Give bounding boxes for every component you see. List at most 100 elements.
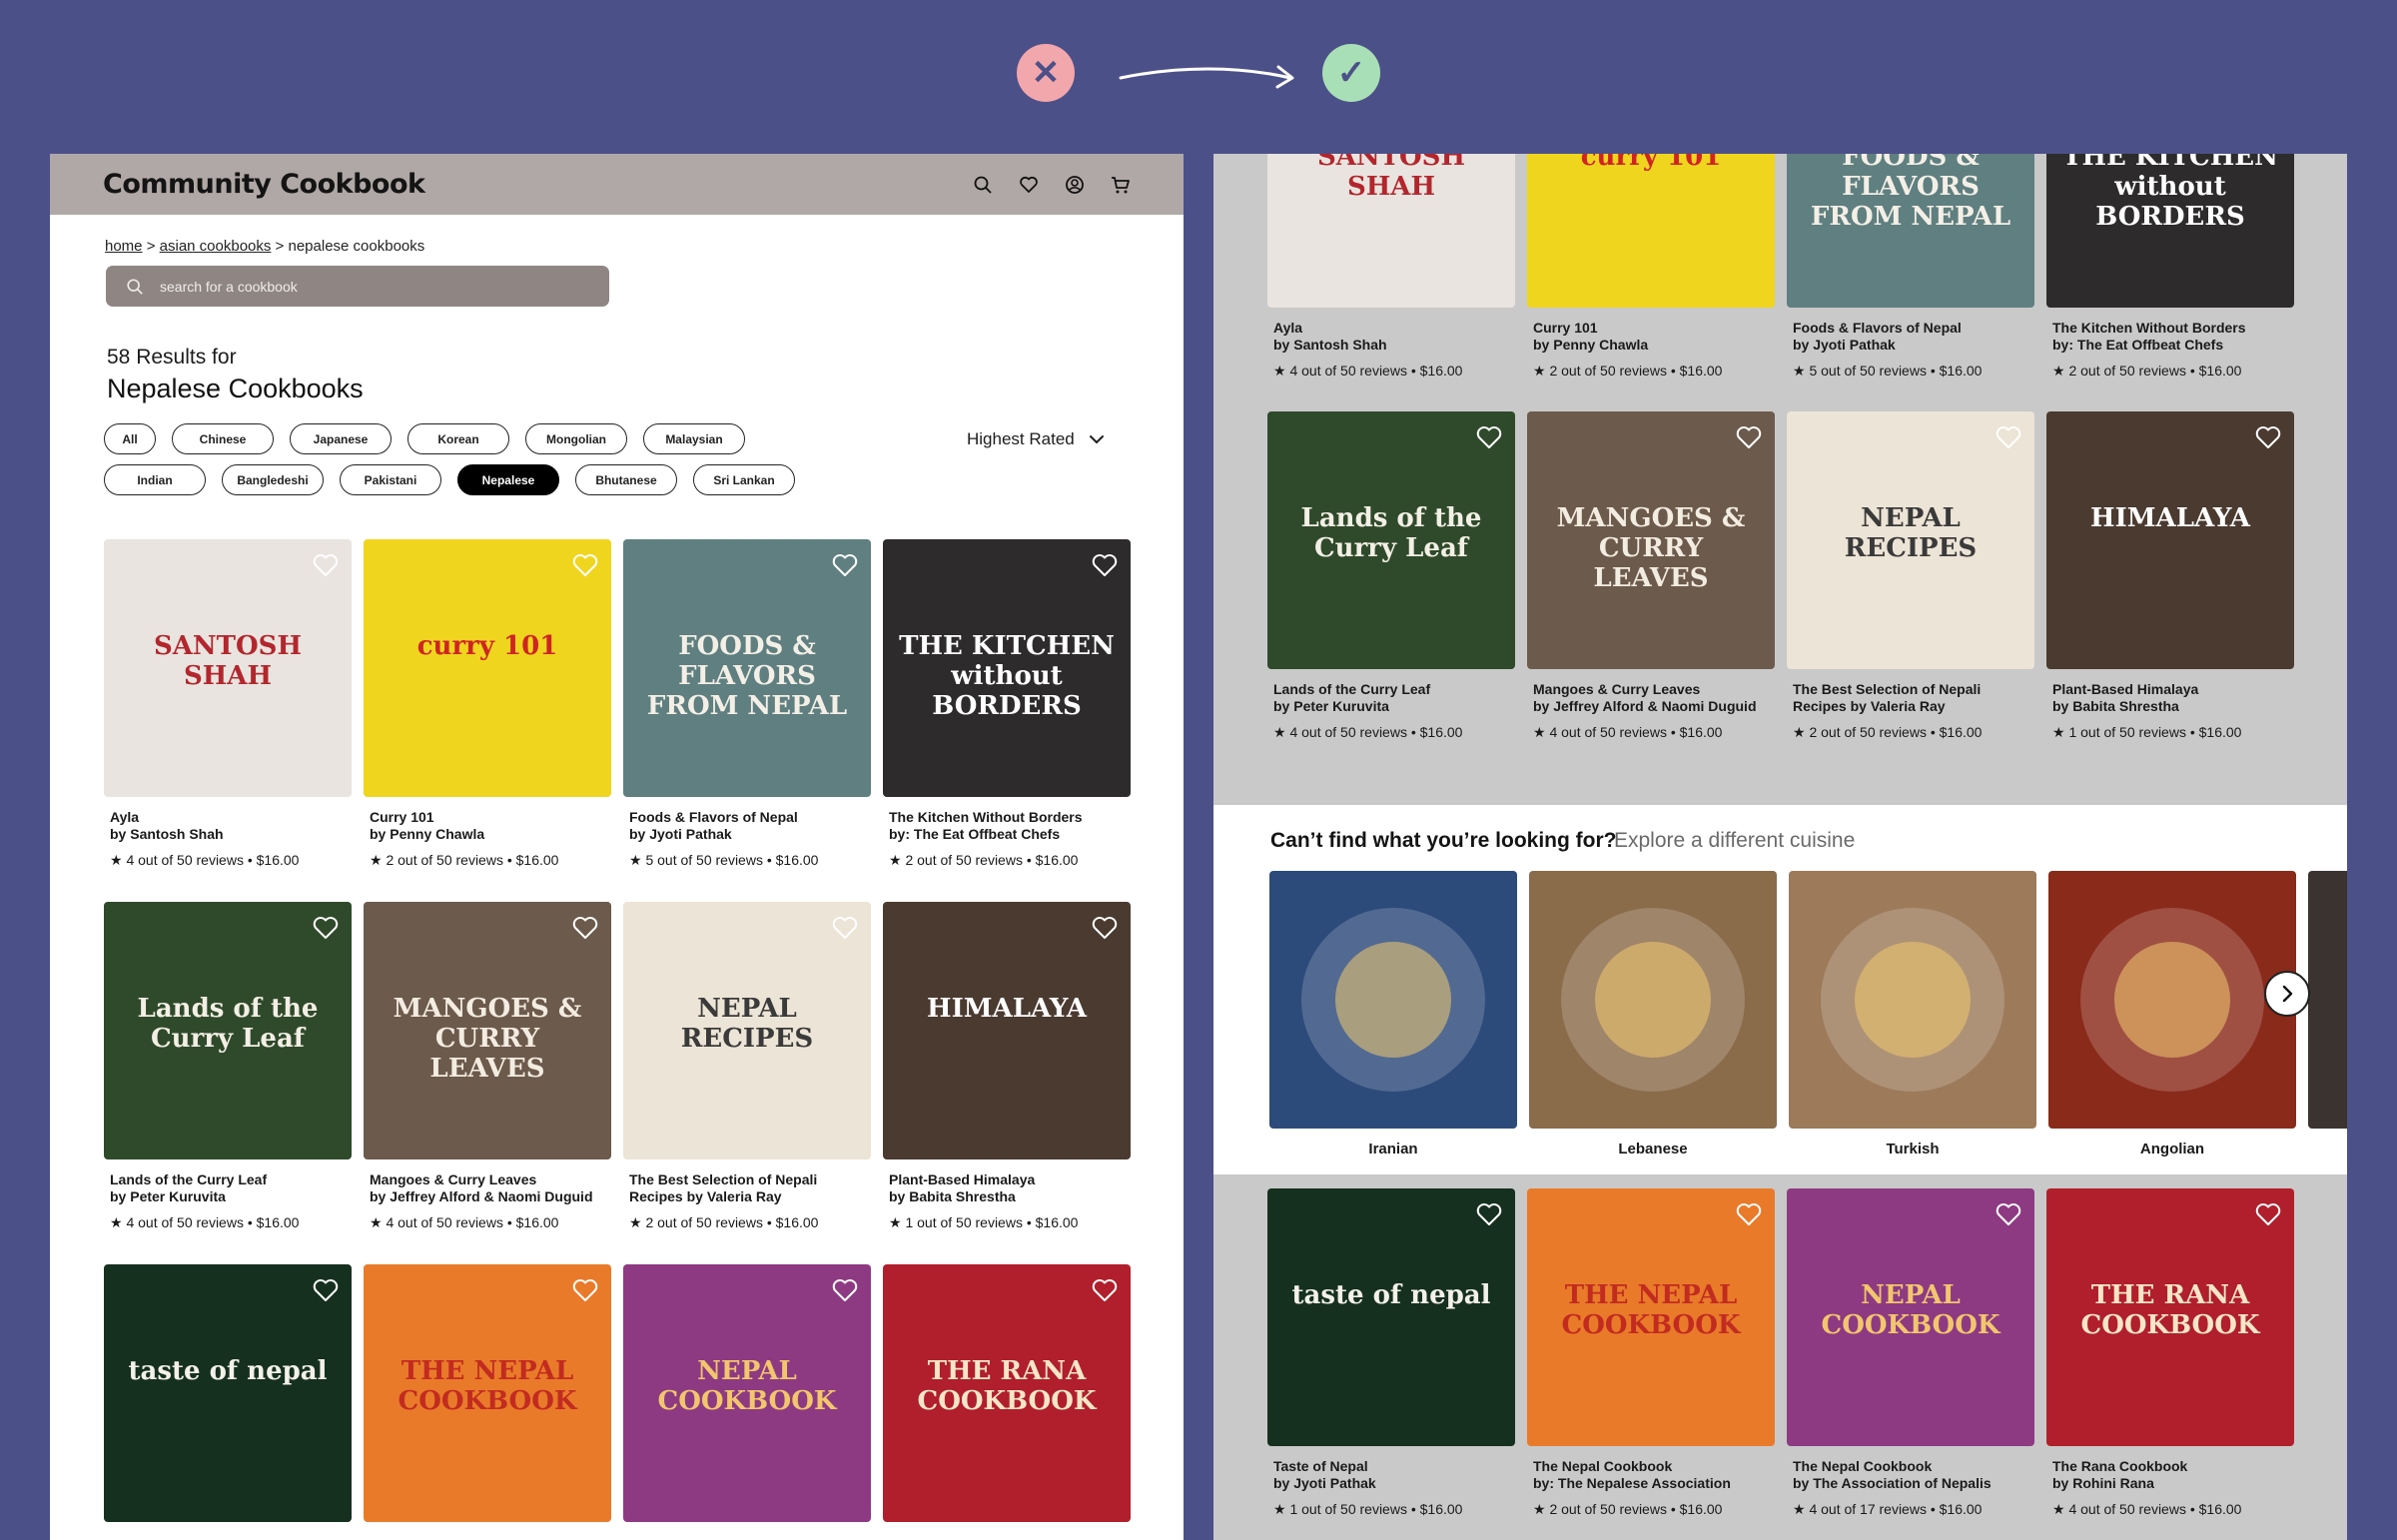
- book-cover[interactable]: THE RANA COOKBOOK: [2046, 1188, 2294, 1446]
- filter-chip-indian[interactable]: Indian: [104, 464, 206, 495]
- book-card[interactable]: SANTOSH SHAH Ayla by Santosh Shah ★ 4 out o…: [104, 539, 352, 869]
- book-card[interactable]: Lands of the Curry Leaf Lands of the Curr…: [104, 902, 352, 1231]
- book-cover[interactable]: NEPAL COOKBOOK: [623, 1264, 871, 1522]
- book-title[interactable]: The Best Selection of Nepali Recipes by V…: [1793, 681, 2034, 715]
- book-card[interactable]: MANGOES & CURRY LEAVES Mangoes & Curry Le…: [1527, 411, 1775, 741]
- search-icon[interactable]: [973, 175, 993, 195]
- breadcrumb-home[interactable]: home: [105, 238, 143, 255]
- filter-chip-mongolian[interactable]: Mongolian: [525, 423, 627, 454]
- filter-chip-korean[interactable]: Korean: [407, 423, 509, 454]
- book-title[interactable]: Curry 101 by Penny Chawla: [370, 809, 611, 843]
- cuisine-image[interactable]: [2048, 871, 2296, 1129]
- favorite-heart-icon[interactable]: [1091, 914, 1119, 942]
- cuisine-card-angolian[interactable]: Angolian: [2048, 871, 2296, 1157]
- book-cover[interactable]: Lands of the Curry Leaf: [104, 902, 352, 1159]
- search-input[interactable]: [160, 278, 579, 295]
- book-title[interactable]: Lands of the Curry Leaf by Peter Kuruvita: [1273, 681, 1515, 715]
- cuisine-card-turkish[interactable]: Turkish: [1789, 871, 2036, 1157]
- favorite-heart-icon[interactable]: [1995, 423, 2022, 451]
- book-cover[interactable]: curry 101: [364, 539, 611, 797]
- brand-logo[interactable]: Community Cookbook: [103, 169, 425, 200]
- cart-icon[interactable]: [1111, 175, 1131, 195]
- search-bar[interactable]: [106, 266, 609, 307]
- book-cover[interactable]: curry 101: [1527, 154, 1775, 308]
- book-title[interactable]: Plant-Based Himalaya by Babita Shrestha: [2052, 681, 2294, 715]
- book-cover[interactable]: MANGOES & CURRY LEAVES: [1527, 411, 1775, 669]
- book-cover[interactable]: NEPAL RECIPES: [1787, 411, 2034, 669]
- book-card[interactable]: MANGOES & CURRY LEAVES Mangoes & Curry Le…: [364, 902, 611, 1231]
- book-cover[interactable]: MANGOES & CURRY LEAVES: [364, 902, 611, 1159]
- favorite-heart-icon[interactable]: [2254, 423, 2282, 451]
- cuisine-image[interactable]: [1789, 871, 2036, 1129]
- book-cover[interactable]: THE NEPAL COOKBOOK: [364, 1264, 611, 1522]
- breadcrumb-asian[interactable]: asian cookbooks: [160, 238, 272, 255]
- book-title[interactable]: Foods & Flavors of Nepal by Jyoti Pathak: [629, 809, 871, 843]
- cuisine-image[interactable]: [1529, 871, 1777, 1129]
- book-card[interactable]: THE KITCHEN without BORDERS The Kitchen W…: [2046, 154, 2294, 380]
- book-card[interactable]: THE RANA COOKBOOK The Rana Cookbook by Roh…: [2046, 1188, 2294, 1518]
- book-card[interactable]: NEPAL COOKBOOK The Nepal Cookbook by The A…: [1787, 1188, 2034, 1518]
- favorite-heart-icon[interactable]: [312, 1276, 340, 1304]
- carousel-next-button[interactable]: [2264, 971, 2310, 1017]
- book-card[interactable]: NEPAL RECIPES The Best Selection of Nepal…: [1787, 411, 2034, 741]
- book-card[interactable]: NEPAL COOKBOOK: [623, 1264, 871, 1522]
- book-card[interactable]: NEPAL RECIPES The Best Selection of Nepal…: [623, 902, 871, 1231]
- favorite-heart-icon[interactable]: [1735, 423, 1763, 451]
- favorite-heart-icon[interactable]: [1091, 551, 1119, 579]
- favorite-heart-icon[interactable]: [571, 551, 599, 579]
- book-title[interactable]: Mangoes & Curry Leaves by Jeffrey Alford …: [1533, 681, 1775, 715]
- favorite-heart-icon[interactable]: [1735, 1200, 1763, 1228]
- favorite-heart-icon[interactable]: [2254, 1200, 2282, 1228]
- book-cover[interactable]: Lands of the Curry Leaf: [1267, 411, 1515, 669]
- filter-chip-nepalese[interactable]: Nepalese: [457, 464, 559, 495]
- filter-chip-bhutanese[interactable]: Bhutanese: [575, 464, 677, 495]
- book-cover[interactable]: NEPAL RECIPES: [623, 902, 871, 1159]
- book-card[interactable]: taste of nepal: [104, 1264, 352, 1522]
- filter-chip-japanese[interactable]: Japanese: [290, 423, 392, 454]
- cuisine-image[interactable]: [1269, 871, 1517, 1129]
- book-card[interactable]: HIMALAYA Plant-Based Himalaya by Babita Sh…: [2046, 411, 2294, 741]
- book-card[interactable]: SANTOSH SHAH Ayla by Santosh Shah ★ 4 out o…: [1267, 154, 1515, 380]
- favorite-heart-icon[interactable]: [571, 1276, 599, 1304]
- filter-chip-chinese[interactable]: Chinese: [172, 423, 274, 454]
- book-card[interactable]: FOODS & FLAVORS FROM NEPAL Foods & Flavor…: [623, 539, 871, 869]
- book-cover[interactable]: taste of nepal: [1267, 1188, 1515, 1446]
- book-card[interactable]: HIMALAYA Plant-Based Himalaya by Babita Sh…: [883, 902, 1131, 1231]
- filter-chip-bangledeshi[interactable]: Bangledeshi: [222, 464, 324, 495]
- favorite-heart-icon[interactable]: [831, 1276, 859, 1304]
- book-title[interactable]: Foods & Flavors of Nepal by Jyoti Pathak: [1793, 320, 2034, 354]
- favorite-heart-icon[interactable]: [312, 914, 340, 942]
- book-card[interactable]: curry 101 Curry 101 by Penny Chawla ★ 2 out…: [364, 539, 611, 869]
- book-title[interactable]: The Best Selection of Nepali Recipes by V…: [629, 1171, 871, 1205]
- book-title[interactable]: Ayla by Santosh Shah: [110, 809, 352, 843]
- book-card[interactable]: THE RANA COOKBOOK: [883, 1264, 1131, 1522]
- filter-chip-malaysian[interactable]: Malaysian: [643, 423, 745, 454]
- book-cover[interactable]: HIMALAYA: [2046, 411, 2294, 669]
- explore-link[interactable]: Explore a different cuisine: [1614, 829, 1855, 853]
- favorite-heart-icon[interactable]: [312, 551, 340, 579]
- book-title[interactable]: The Kitchen Without Borders by: The Eat O…: [889, 809, 1131, 843]
- book-title[interactable]: Curry 101 by Penny Chawla: [1533, 320, 1775, 354]
- book-title[interactable]: The Nepal Cookbook by The Association of …: [1793, 1458, 2034, 1492]
- book-title[interactable]: The Rana Cookbook by Rohini Rana: [2052, 1458, 2294, 1492]
- book-cover[interactable]: THE KITCHEN without BORDERS: [2046, 154, 2294, 308]
- book-cover[interactable]: THE NEPAL COOKBOOK: [1527, 1188, 1775, 1446]
- user-icon[interactable]: [1065, 175, 1085, 195]
- cuisine-card-iranian[interactable]: Iranian: [1269, 871, 1517, 1157]
- book-cover[interactable]: FOODS & FLAVORS FROM NEPAL: [1787, 154, 2034, 308]
- book-cover[interactable]: HIMALAYA: [883, 902, 1131, 1159]
- book-title[interactable]: Mangoes & Curry Leaves by Jeffrey Alford …: [370, 1171, 611, 1205]
- favorite-heart-icon[interactable]: [831, 914, 859, 942]
- book-card[interactable]: curry 101 Curry 101 by Penny Chawla ★ 2 out…: [1527, 154, 1775, 380]
- book-cover[interactable]: SANTOSH SHAH: [104, 539, 352, 797]
- filter-chip-all[interactable]: All: [104, 423, 156, 454]
- book-card[interactable]: FOODS & FLAVORS FROM NEPAL Foods & Flavor…: [1787, 154, 2034, 380]
- book-title[interactable]: The Kitchen Without Borders by: The Eat O…: [2052, 320, 2294, 354]
- favorite-heart-icon[interactable]: [1995, 1200, 2022, 1228]
- book-card[interactable]: THE KITCHEN without BORDERS The Kitchen W…: [883, 539, 1131, 869]
- favorite-heart-icon[interactable]: [831, 551, 859, 579]
- favorite-heart-icon[interactable]: [1091, 1276, 1119, 1304]
- book-title[interactable]: Taste of Nepal by Jyoti Pathak: [1273, 1458, 1515, 1492]
- cuisine-card-lebanese[interactable]: Lebanese: [1529, 871, 1777, 1157]
- book-card[interactable]: THE NEPAL COOKBOOK The Nepal Cookbook by: …: [1527, 1188, 1775, 1518]
